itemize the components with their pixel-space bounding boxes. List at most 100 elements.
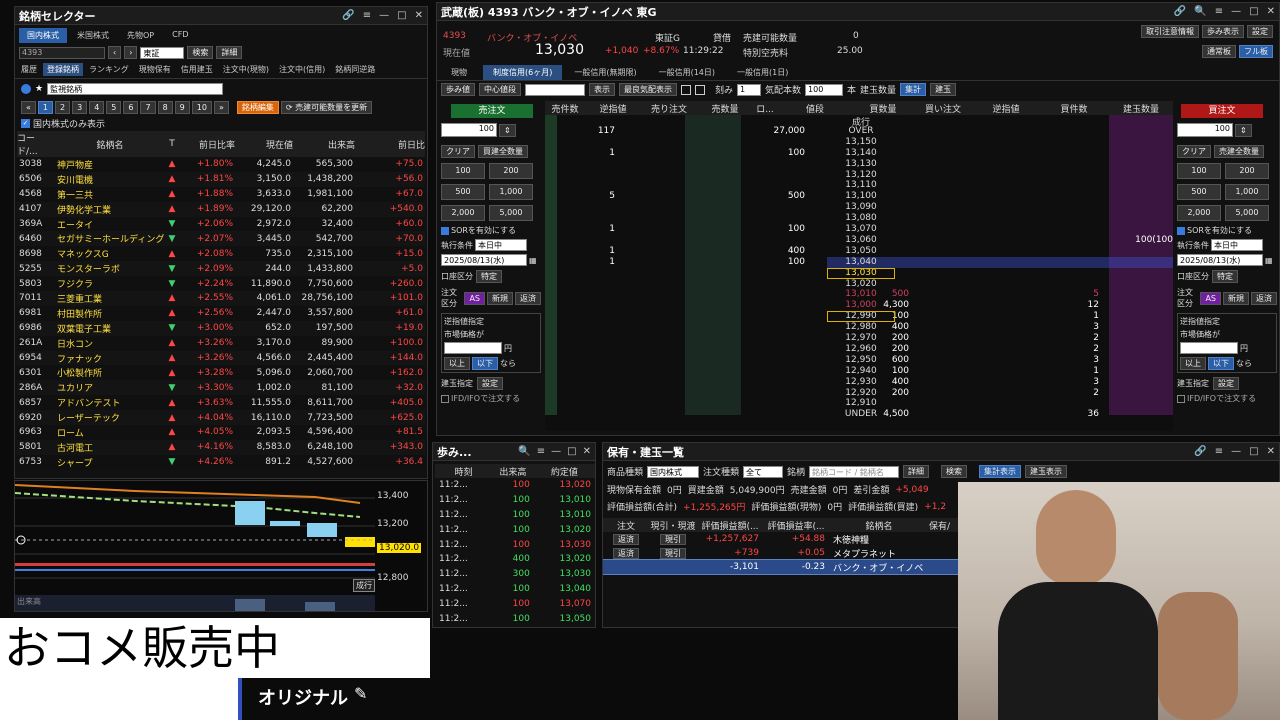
sell-calendar-icon[interactable]: ▦ <box>529 256 537 265</box>
tab-margin-6m[interactable]: 制度信用(6ヶ月) <box>483 65 563 80</box>
delivery-button[interactable]: 現引 <box>660 533 686 545</box>
col-volume[interactable]: 出来高 <box>293 131 355 157</box>
sell-amount-button[interactable]: 200 <box>489 163 533 179</box>
center-price-input[interactable] <box>525 83 585 96</box>
buy-sor-checkbox[interactable] <box>1177 226 1185 235</box>
update-sellable-button[interactable]: ⟳ 売建可能数量を更新 <box>280 101 373 114</box>
subtab-ranking[interactable]: ランキング <box>85 63 133 76</box>
buy-order-button[interactable]: 買注文 <box>1181 104 1263 118</box>
buy-clear-button[interactable]: クリア <box>1177 145 1211 158</box>
col-change[interactable]: 前日比 <box>355 131 425 157</box>
page-2[interactable]: 2 <box>55 101 71 114</box>
repay-button[interactable]: 返済 <box>613 547 639 559</box>
position-view-button[interactable]: 建玉表示 <box>1025 465 1068 478</box>
delivery-button[interactable]: 現引 <box>660 547 686 559</box>
layout-icon-2[interactable] <box>695 84 705 95</box>
page-10[interactable]: 10 <box>191 101 212 114</box>
show-ayumi-button[interactable]: 歩み表示 <box>1202 25 1244 38</box>
page-3[interactable]: 3 <box>72 101 88 114</box>
close-icon[interactable]: ✕ <box>1267 6 1275 17</box>
table-row[interactable]: 7011 三菱重工業 ▲ +2.55% 4,061.0 28,756,100 +101.0 <box>17 291 425 306</box>
full-board-button[interactable]: フル板 <box>1239 45 1273 58</box>
table-row[interactable]: 6857 アドバンテスト ▲ +3.63% 11,555.0 8,611,700 +405.… <box>17 395 425 411</box>
col-code[interactable]: コード/... <box>17 131 55 157</box>
order-type-select[interactable]: 全て <box>743 465 784 478</box>
holdings-search-button[interactable]: 検索 <box>941 465 968 478</box>
maximize-icon[interactable]: □ <box>1249 446 1258 457</box>
menu-icon[interactable]: ≡ <box>1215 6 1223 17</box>
buy-above-button[interactable]: 以上 <box>1180 357 1206 370</box>
page-8[interactable]: 8 <box>157 101 173 114</box>
table-row[interactable]: 4568 第一三共 ▲ +1.88% 3,633.0 1,981,100 +67.0 <box>17 186 425 202</box>
tab-general-14d[interactable]: 一般信用(14日) <box>649 65 725 80</box>
page-6[interactable]: 6 <box>123 101 139 114</box>
buy-new-button[interactable]: 新規 <box>1223 291 1249 305</box>
qty-select[interactable]: 100 <box>805 83 844 96</box>
next-button[interactable]: › <box>124 46 138 59</box>
page-first-button[interactable]: « <box>21 101 36 114</box>
best-quote-button[interactable]: 最良気配表示 <box>619 83 677 96</box>
search-icon[interactable]: 🔍 <box>1194 6 1206 17</box>
sell-all-qty-button[interactable]: 買建全数量 <box>478 145 528 158</box>
sell-as-button[interactable]: AS <box>464 291 485 305</box>
table-row[interactable]: 6920 レーザーテック ▲ +4.04% 16,110.0 7,723,500 +625.… <box>17 410 425 426</box>
table-row[interactable]: 5255 モンスターラボ ▼ +2.09% 244.0 1,433,800 +5.0 <box>17 261 425 277</box>
normal-board-button[interactable]: 通常板 <box>1202 45 1236 58</box>
tab-spot[interactable]: 現物 <box>437 65 481 80</box>
sell-order-button[interactable]: 売注文 <box>451 104 533 118</box>
trade-notice-button[interactable]: 取引注意情報 <box>1141 25 1199 38</box>
page-9[interactable]: 9 <box>174 101 190 114</box>
subtab-orders-spot[interactable]: 注文中(現物) <box>219 63 273 76</box>
page-5[interactable]: 5 <box>106 101 122 114</box>
page-7[interactable]: 7 <box>140 101 156 114</box>
buy-pos-button[interactable]: 設定 <box>1213 377 1239 390</box>
subtab-spot[interactable]: 現物保有 <box>135 63 175 76</box>
sell-amount-button[interactable]: 100 <box>441 163 485 179</box>
close-icon[interactable]: ✕ <box>1267 446 1275 457</box>
maximize-icon[interactable]: □ <box>397 10 406 21</box>
sell-amount-button[interactable]: 2,000 <box>441 205 485 221</box>
close-icon[interactable]: ✕ <box>415 10 423 21</box>
sell-amount-button[interactable]: 1,000 <box>489 184 533 200</box>
search-icon[interactable]: 🔍 <box>518 446 530 457</box>
product-select[interactable]: 国内株式 <box>647 465 700 478</box>
menu-icon[interactable]: ≡ <box>363 10 371 21</box>
buy-amount-button[interactable]: 2,000 <box>1177 205 1221 221</box>
table-row[interactable]: 6506 安川電機 ▲ +1.81% 3,150.0 1,438,200 +56.0 <box>17 171 425 187</box>
sell-stop-input[interactable] <box>444 342 502 354</box>
table-row[interactable]: 286A ユカリア ▼ +3.30% 1,002.0 81,100 +32.0 <box>17 380 425 396</box>
sell-cond-select[interactable]: 本日中 <box>475 239 527 251</box>
table-row[interactable]: 261A 日水コン ▲ +3.26% 3,170.0 89,900 +100.0 <box>17 335 425 351</box>
menu-icon[interactable]: ≡ <box>537 446 545 457</box>
minimize-icon[interactable]: — <box>1231 446 1241 457</box>
subtab-orders-margin[interactable]: 注文中(信用) <box>275 63 329 76</box>
layout-icon-1[interactable] <box>681 84 691 95</box>
buy-amount-button[interactable]: 500 <box>1177 184 1221 200</box>
table-row[interactable]: 5801 古河電工 ▲ +4.16% 8,583.0 6,248,100 +343.0 <box>17 439 425 455</box>
link-icon[interactable]: 🔗 <box>1174 6 1186 17</box>
sell-date-select[interactable]: 2025/08/13(水) <box>441 254 527 266</box>
sell-qty-spin[interactable]: ⇕ <box>499 123 516 137</box>
link-icon[interactable]: 🔗 <box>1194 446 1206 457</box>
show-button[interactable]: 表示 <box>589 83 615 96</box>
page-4[interactable]: 4 <box>89 101 105 114</box>
table-row[interactable]: 4107 伊勢化学工業 ▲ +1.89% 29,120.0 62,200 +540.0 <box>17 201 425 217</box>
table-row[interactable]: 6301 小松製作所 ▲ +3.28% 5,096.0 2,060,700 +162.0 <box>17 365 425 381</box>
maximize-icon[interactable]: □ <box>567 446 576 457</box>
tab-domestic[interactable]: 国内株式 <box>19 28 67 43</box>
maximize-icon[interactable]: □ <box>1249 6 1258 17</box>
buy-ifd-checkbox[interactable] <box>1177 394 1185 403</box>
buy-calendar-icon[interactable]: ▦ <box>1265 256 1273 265</box>
table-row[interactable]: 6460 セガサミーホールディングス ▼ +2.07% 3,445.0 542,700 +7… <box>17 231 425 247</box>
buy-as-button[interactable]: AS <box>1200 291 1221 305</box>
mini-chart[interactable]: 13,400 13,200 13,020.0 12,800 成行 出来高 <box>14 480 428 612</box>
center-price-button[interactable]: 中心値段 <box>479 83 521 96</box>
sell-above-button[interactable]: 以上 <box>444 357 470 370</box>
page-1[interactable]: 1 <box>37 101 53 114</box>
sell-below-button[interactable]: 以下 <box>472 357 498 370</box>
buy-stop-input[interactable] <box>1180 342 1238 354</box>
sell-close-button[interactable]: 返済 <box>515 291 541 305</box>
buy-amount-button[interactable]: 200 <box>1225 163 1269 179</box>
buy-qty-input[interactable]: 100 <box>1177 123 1233 137</box>
buy-date-select[interactable]: 2025/08/13(水) <box>1177 254 1263 266</box>
